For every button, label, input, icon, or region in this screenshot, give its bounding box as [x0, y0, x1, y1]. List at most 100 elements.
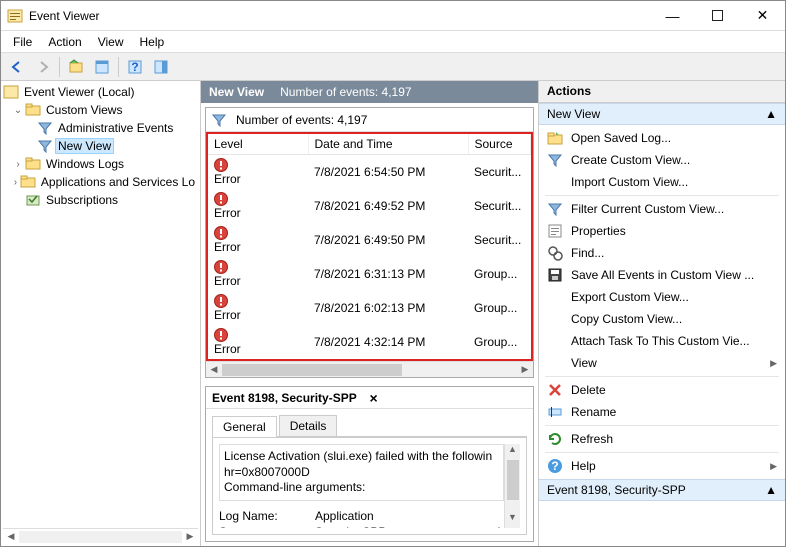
table-row[interactable]: Error7/8/2021 4:32:14 PMGroup... — [208, 325, 531, 359]
tree-windows-logs[interactable]: › Windows Logs — [3, 155, 198, 173]
props-icon — [547, 223, 563, 239]
svg-text:?: ? — [131, 60, 138, 74]
tree-new-view[interactable]: New View — [3, 137, 198, 155]
detail-title: Event 8198, Security-SPP — [212, 391, 370, 405]
collapse-icon[interactable]: ▲ — [765, 107, 777, 121]
events-hscroll[interactable]: ◀ ▶ — [206, 361, 533, 377]
error-icon — [214, 158, 302, 172]
action-save-all-events[interactable]: Save All Events in Custom View ... — [539, 264, 785, 286]
scroll-up-icon[interactable]: ▲ — [505, 444, 520, 460]
action-label: Open Saved Log... — [571, 131, 671, 145]
tree-admin-events[interactable]: Administrative Events — [3, 119, 198, 137]
detail-vscroll[interactable]: ▲ ▼ — [504, 444, 520, 528]
help-button[interactable]: ? — [123, 55, 147, 79]
folder-icon — [25, 156, 41, 172]
scroll-down-icon[interactable]: ▼ — [505, 512, 520, 528]
tree-subscriptions[interactable]: Subscriptions — [3, 191, 198, 209]
col-source[interactable]: Source — [468, 134, 531, 155]
back-button[interactable] — [5, 55, 29, 79]
action-label: Create Custom View... — [571, 153, 690, 167]
nav-pane: Event Viewer (Local) ⌄ Custom Views Admi… — [1, 81, 201, 546]
tree-app-services[interactable]: › Applications and Services Lo — [3, 173, 198, 191]
action-open-saved-log[interactable]: Open Saved Log... — [539, 127, 785, 149]
expand-icon[interactable]: › — [11, 159, 25, 170]
action-refresh[interactable]: Refresh — [539, 428, 785, 450]
action-attach-task[interactable]: Attach Task To This Custom Vie... — [539, 330, 785, 352]
action-create-custom-view[interactable]: Create Custom View... — [539, 149, 785, 171]
forward-button[interactable] — [31, 55, 55, 79]
col-level[interactable]: Level — [208, 134, 308, 155]
detail-panel: Event 8198, Security-SPP × General Detai… — [205, 386, 534, 542]
find-icon — [547, 245, 563, 261]
table-row[interactable]: Error7/8/2021 6:02:13 PMGroup... — [208, 291, 531, 325]
action-delete[interactable]: Delete — [539, 379, 785, 401]
tab-general[interactable]: General — [212, 416, 277, 437]
action-view-submenu[interactable]: View▶ — [539, 352, 785, 374]
separator — [59, 57, 60, 77]
close-button[interactable]: ✕ — [740, 1, 785, 31]
filter-icon[interactable] — [212, 113, 226, 127]
scroll-right-icon[interactable]: ▶ — [517, 364, 533, 375]
table-row[interactable]: Error7/8/2021 6:54:50 PMSecurit... — [208, 155, 531, 190]
tab-details[interactable]: Details — [279, 415, 338, 436]
help-icon: ? — [547, 458, 563, 474]
action-filter-current-view[interactable]: Filter Current Custom View... — [539, 198, 785, 220]
action-group-newview[interactable]: New View ▲ — [539, 103, 785, 125]
action-label: Delete — [571, 383, 606, 397]
action-import-custom-view[interactable]: Import Custom View... — [539, 171, 785, 193]
action-group-event[interactable]: Event 8198, Security-SPP ▲ — [539, 479, 785, 501]
events-panel: Number of events: 4,197 Level Date and T… — [205, 107, 534, 378]
collapse-icon[interactable]: ▲ — [765, 483, 777, 497]
nav-hscroll[interactable]: ◀ ▶ — [3, 528, 198, 544]
action-label: Export Custom View... — [571, 290, 689, 304]
titlebar: Event Viewer — ✕ — [1, 1, 785, 31]
folder-icon — [20, 174, 36, 190]
menu-help[interactable]: Help — [132, 33, 173, 51]
menu-action[interactable]: Action — [40, 33, 89, 51]
action-label: Properties — [571, 224, 626, 238]
scroll-right-icon[interactable]: ▶ — [182, 531, 198, 542]
menu-view[interactable]: View — [90, 33, 132, 51]
blank-icon — [547, 174, 563, 190]
tree-label: Applications and Services Lo — [38, 174, 198, 190]
table-row[interactable]: Error7/8/2021 6:31:13 PMGroup... — [208, 257, 531, 291]
action-help[interactable]: ?Help▶ — [539, 455, 785, 477]
minimize-button[interactable]: — — [650, 1, 695, 31]
action-properties[interactable]: Properties — [539, 220, 785, 242]
chevron-right-icon: ▶ — [770, 461, 777, 472]
kv-source: Source: Security-SPP L — [219, 525, 504, 528]
action-find[interactable]: Find... — [539, 242, 785, 264]
action-rename[interactable]: Rename — [539, 401, 785, 423]
error-icon — [214, 260, 302, 274]
show-tree-button[interactable] — [64, 55, 88, 79]
menu-file[interactable]: File — [5, 33, 40, 51]
error-icon — [214, 226, 302, 240]
event-message: License Activation (slui.exe) failed wit… — [219, 444, 504, 501]
detail-close-button[interactable]: × — [370, 390, 528, 406]
scroll-left-icon[interactable]: ◀ — [3, 531, 19, 542]
center-pane: New View Number of events: 4,197 Number … — [201, 81, 539, 546]
filter-icon — [37, 138, 53, 154]
event-table-highlight: Level Date and Time Source Error7/8/2021… — [206, 132, 533, 361]
event-table[interactable]: Level Date and Time Source Error7/8/2021… — [208, 134, 531, 359]
col-date[interactable]: Date and Time — [308, 134, 468, 155]
scroll-left-icon[interactable]: ◀ — [206, 364, 222, 375]
chevron-right-icon: ▶ — [770, 358, 777, 369]
tree-custom-views[interactable]: ⌄ Custom Views — [3, 101, 198, 119]
action-pane-button[interactable] — [149, 55, 173, 79]
action-copy-custom-view[interactable]: Copy Custom View... — [539, 308, 785, 330]
error-icon — [214, 192, 302, 206]
event-count: Number of events: 4,197 — [280, 85, 411, 99]
detail-tabs: General Details — [212, 415, 527, 437]
action-export-custom-view[interactable]: Export Custom View... — [539, 286, 785, 308]
table-row[interactable]: Error7/8/2021 6:49:50 PMSecurit... — [208, 223, 531, 257]
tree-root[interactable]: Event Viewer (Local) — [3, 83, 198, 101]
save-icon — [547, 267, 563, 283]
blank-icon — [547, 289, 563, 305]
collapse-icon[interactable]: ⌄ — [11, 105, 25, 116]
properties-button[interactable] — [90, 55, 114, 79]
table-row[interactable]: Error7/8/2021 6:49:52 PMSecurit... — [208, 189, 531, 223]
action-label: Copy Custom View... — [571, 312, 682, 326]
maximize-button[interactable] — [695, 1, 740, 31]
expand-icon[interactable]: › — [11, 177, 20, 188]
